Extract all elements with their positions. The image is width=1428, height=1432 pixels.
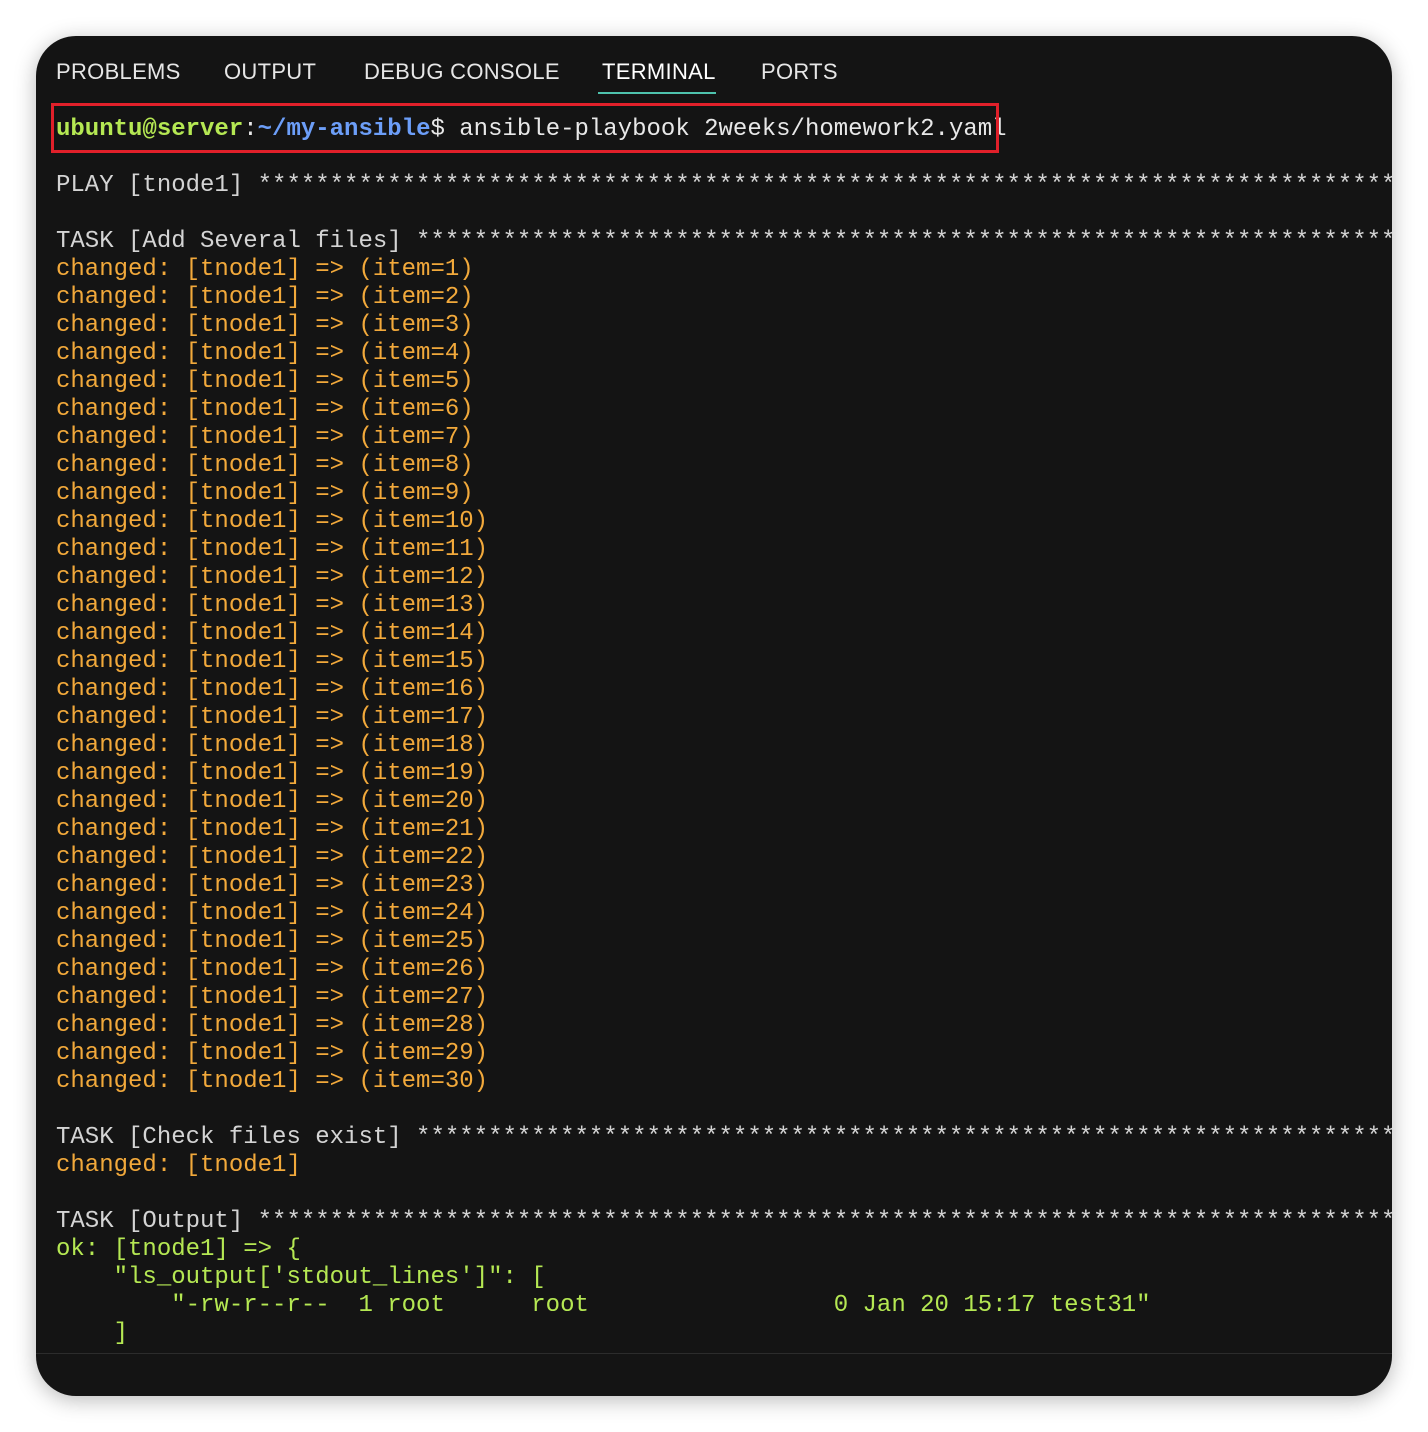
- prompt-path: ~/my-ansible: [257, 116, 431, 143]
- changed-line: changed: [tnode1] => (item=3): [56, 312, 474, 339]
- changed-line: changed: [tnode1] => (item=21): [56, 816, 489, 843]
- changed-line: changed: [tnode1] => (item=18): [56, 732, 489, 759]
- changed-line: changed: [tnode1] => (item=4): [56, 340, 474, 367]
- play-header: PLAY [tnode1] **************************…: [56, 172, 1392, 199]
- changed-line: changed: [tnode1] => (item=30): [56, 1068, 489, 1095]
- changed-line: changed: [tnode1] => (item=1): [56, 256, 474, 283]
- changed-line: changed: [tnode1] => (item=12): [56, 564, 489, 591]
- changed-line: changed: [tnode1] => (item=15): [56, 648, 489, 675]
- terminal-panel: PROBLEMS OUTPUT DEBUG CONSOLE TERMINAL P…: [36, 36, 1392, 1396]
- prompt-user-host: ubuntu@server: [56, 116, 244, 143]
- ok-line: "-rw-r--r-- 1 root root 0 Jan 20 15:17 t…: [56, 1292, 1151, 1319]
- task-output-header: TASK [Output] **************************…: [56, 1208, 1392, 1235]
- prompt-colon: :: [243, 116, 258, 143]
- changed-line: changed: [tnode1] => (item=17): [56, 704, 489, 731]
- prompt-dollar: $: [430, 116, 460, 143]
- ok-line: ]: [56, 1320, 129, 1347]
- task-add-header: TASK [Add Several files] ***************…: [56, 228, 1392, 255]
- changed-line: changed: [tnode1] => (item=22): [56, 844, 489, 871]
- changed-line: changed: [tnode1] => (item=5): [56, 368, 474, 395]
- changed-line: changed: [tnode1] => (item=9): [56, 480, 474, 507]
- changed-line: changed: [tnode1] => (item=6): [56, 396, 474, 423]
- changed-line: changed: [tnode1] => (item=20): [56, 788, 489, 815]
- changed-line: changed: [tnode1] => (item=25): [56, 928, 489, 955]
- changed-line: changed: [tnode1] => (item=16): [56, 676, 489, 703]
- changed-line: changed: [tnode1] => (item=24): [56, 900, 489, 927]
- changed-line: changed: [tnode1] => (item=26): [56, 956, 489, 983]
- ok-line: ok: [tnode1] => {: [56, 1236, 301, 1263]
- changed-line: changed: [tnode1] => (item=23): [56, 872, 489, 899]
- prompt-line: ubuntu@server:~/my-ansible$ ansible-play…: [56, 116, 1007, 144]
- changed-line: changed: [tnode1] => (item=19): [56, 760, 489, 787]
- changed-line: changed: [tnode1] => (item=2): [56, 284, 474, 311]
- changed-line: changed: [tnode1] => (item=7): [56, 424, 474, 451]
- check-result-line: changed: [tnode1]: [56, 1152, 301, 1179]
- task-check-header: TASK [Check files exist] ***************…: [56, 1124, 1392, 1151]
- changed-line: changed: [tnode1] => (item=27): [56, 984, 489, 1011]
- changed-line: changed: [tnode1] => (item=28): [56, 1012, 489, 1039]
- divider: [36, 1353, 1392, 1354]
- ok-line: "ls_output['stdout_lines']": [: [56, 1264, 546, 1291]
- changed-line: changed: [tnode1] => (item=10): [56, 508, 489, 535]
- changed-line: changed: [tnode1] => (item=14): [56, 620, 489, 647]
- changed-line: changed: [tnode1] => (item=29): [56, 1040, 489, 1067]
- prompt-command: ansible-playbook 2weeks/homework2.yaml: [459, 116, 1007, 143]
- changed-line: changed: [tnode1] => (item=13): [56, 592, 489, 619]
- changed-line: changed: [tnode1] => (item=11): [56, 536, 489, 563]
- changed-line: changed: [tnode1] => (item=8): [56, 452, 474, 479]
- terminal-output[interactable]: ubuntu@server:~/my-ansible$ ansible-play…: [36, 36, 1392, 1396]
